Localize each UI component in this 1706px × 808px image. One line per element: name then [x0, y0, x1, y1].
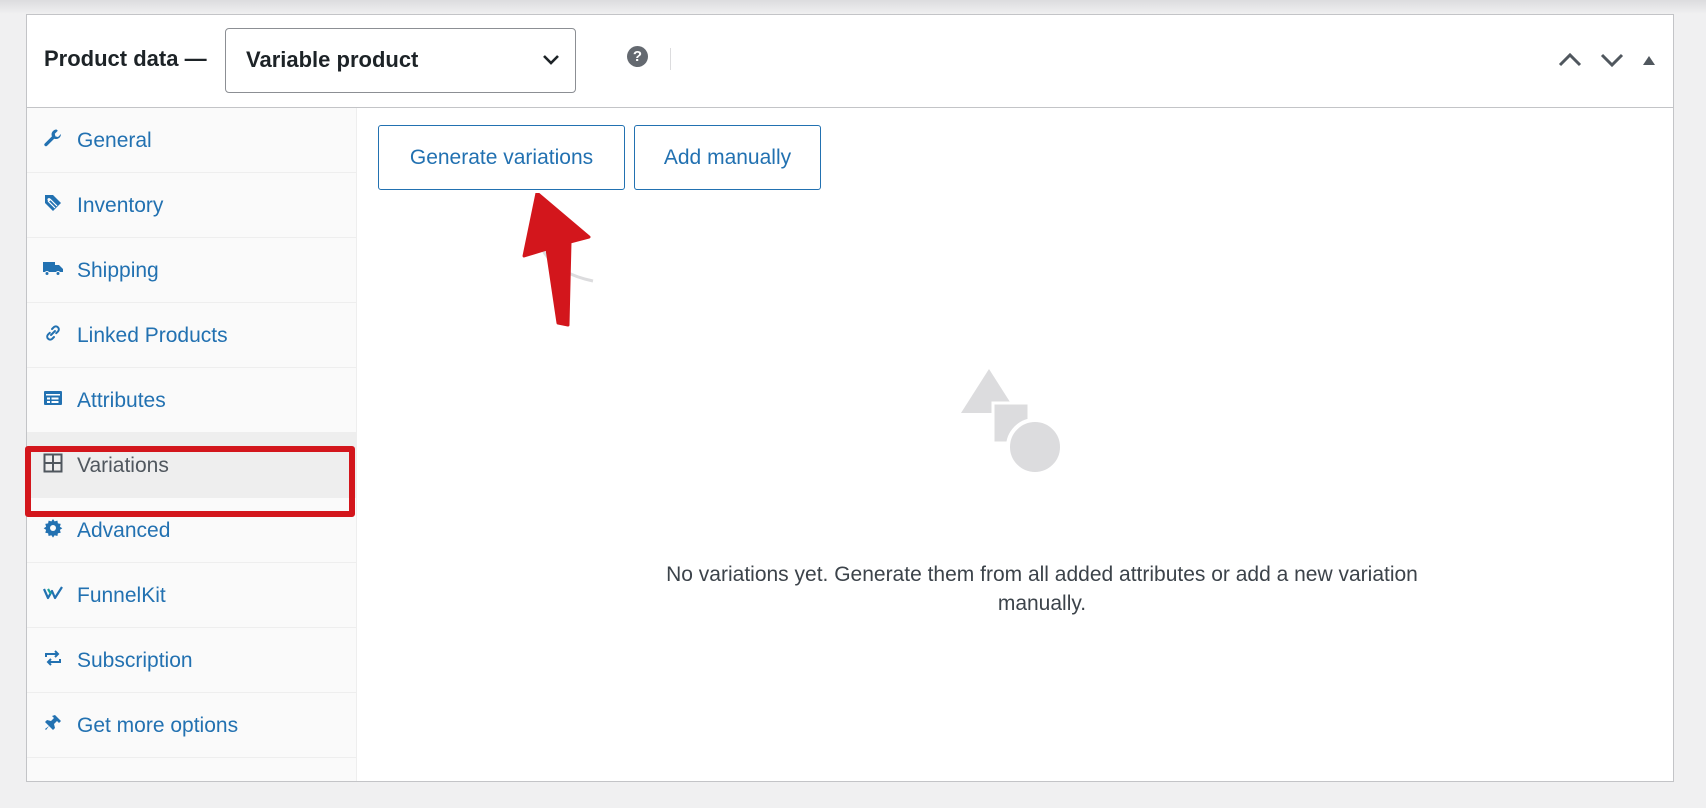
top-shadow — [0, 0, 1706, 14]
tab-label: Attributes — [77, 389, 166, 412]
product-data-panel: Product data — Variable product ? Genera… — [25, 14, 1674, 782]
chevron-down-icon — [543, 55, 559, 65]
move-down-icon[interactable] — [1599, 51, 1625, 69]
empty-state-message: No variations yet. Generate them from al… — [666, 563, 1418, 615]
tab-label: Subscription — [77, 649, 193, 672]
tab-get-more-options[interactable]: Get more options — [27, 693, 356, 758]
product-type-value: Variable product — [246, 47, 419, 72]
tab-label: Linked Products — [77, 324, 228, 347]
product-type-select[interactable]: Variable product — [225, 28, 576, 93]
tab-linked-products[interactable]: Linked Products — [27, 303, 356, 368]
generate-variations-button[interactable]: Generate variations — [378, 125, 625, 190]
tab-inventory[interactable]: Inventory — [27, 173, 356, 238]
header-divider — [670, 48, 671, 70]
tab-general[interactable]: General — [27, 108, 356, 173]
tag-icon — [45, 195, 61, 211]
tab-subscription[interactable]: Subscription — [27, 628, 356, 693]
tab-label: Get more options — [77, 714, 239, 737]
plugin-icon — [45, 715, 61, 730]
tab-label: Shipping — [77, 259, 159, 282]
funnelkit-icon — [43, 586, 63, 600]
tab-label: Advanced — [77, 519, 171, 542]
repeat-icon — [45, 650, 61, 666]
tab-attributes[interactable]: Attributes — [27, 368, 356, 433]
panel-title: Product data — — [44, 46, 207, 71]
panel-header: Product data — Variable product ? — [27, 15, 1673, 108]
list-card-icon — [44, 391, 62, 405]
add-manually-button[interactable]: Add manually — [634, 125, 821, 190]
collapse-toggle-icon[interactable] — [1641, 53, 1657, 67]
help-icon[interactable]: ? — [627, 46, 648, 67]
tab-funnelkit[interactable]: FunnelKit — [27, 563, 356, 628]
tab-label: Inventory — [77, 194, 164, 217]
tab-label: FunnelKit — [77, 584, 166, 607]
variations-highlight-box — [25, 446, 355, 517]
move-up-icon[interactable] — [1557, 51, 1583, 69]
annotation-arrow — [522, 193, 594, 327]
wrench-icon — [44, 129, 62, 147]
truck-icon — [43, 262, 63, 276]
tab-label: General — [77, 129, 152, 152]
shapes-placeholder-icon — [961, 369, 1064, 476]
link-icon — [46, 325, 60, 341]
gear-icon — [43, 519, 63, 538]
tab-shipping[interactable]: Shipping — [27, 238, 356, 303]
product-data-tabs: General Inventory Shipping Linked Produc… — [25, 108, 357, 781]
